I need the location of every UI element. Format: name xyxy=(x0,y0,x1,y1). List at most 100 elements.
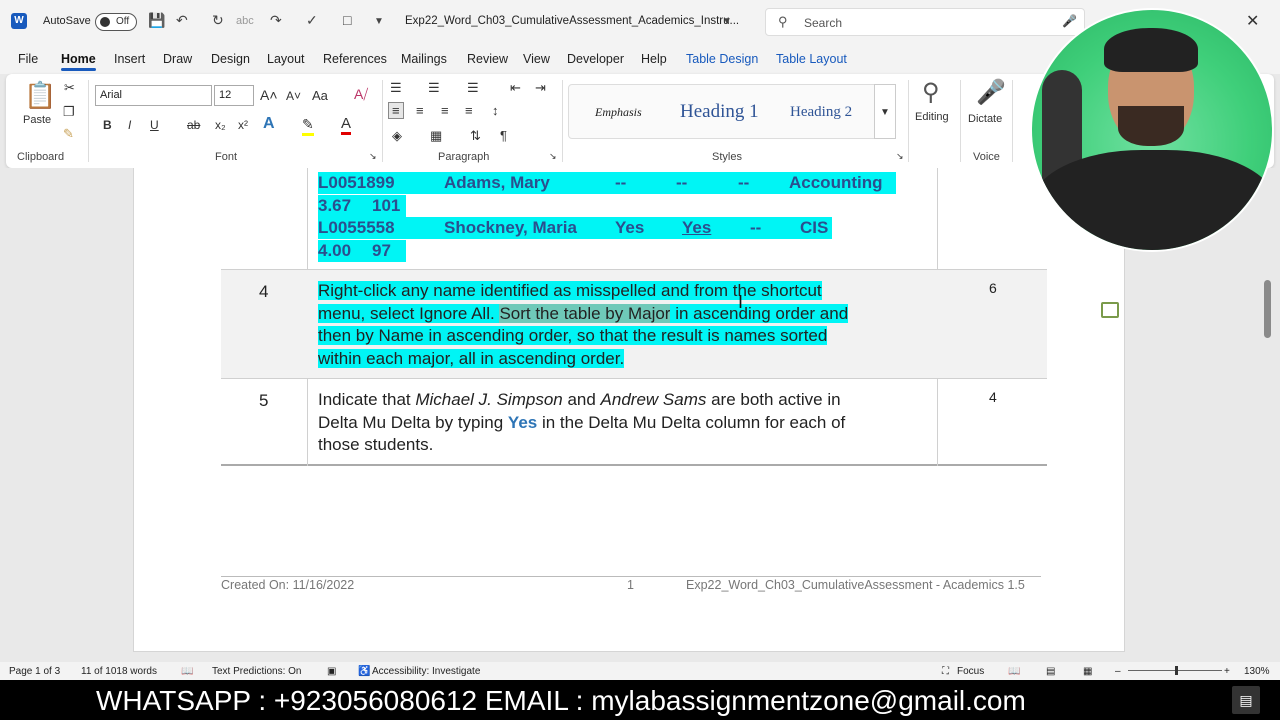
page-count[interactable]: Page 1 of 3 xyxy=(9,666,60,677)
italic-button[interactable]: I xyxy=(128,118,131,132)
close-window-icon[interactable]: ✕ xyxy=(1246,11,1259,31)
autosave-toggle[interactable]: Off xyxy=(95,13,137,31)
focus-mode[interactable]: Focus xyxy=(957,666,984,677)
dictate-icon[interactable]: 🎤 xyxy=(976,78,1006,107)
student-credits: 101 xyxy=(372,195,401,215)
text-effects-button[interactable]: A xyxy=(263,115,275,133)
search-mic-icon[interactable]: 🎤 xyxy=(1062,14,1077,28)
underline-button[interactable]: U xyxy=(150,118,159,132)
comment-icon[interactable] xyxy=(1101,302,1119,318)
tab-review[interactable]: Review xyxy=(467,52,508,66)
format-painter-icon[interactable]: abc xyxy=(236,15,254,27)
show-formatting-icon[interactable]: ¶ xyxy=(500,128,507,143)
text-predictions[interactable]: Text Predictions: On xyxy=(212,666,301,677)
search-box[interactable]: ⚲ Search 🎤 xyxy=(765,8,1085,36)
decrease-indent-icon[interactable]: ⇤ xyxy=(510,80,521,96)
step-5-instruction[interactable]: Indicate that Michael J. Simpson and And… xyxy=(318,389,938,457)
chat-icon[interactable]: ▤ xyxy=(1232,686,1260,714)
format-painter-brush-icon[interactable]: ✎ xyxy=(63,126,74,142)
vertical-scrollbar[interactable] xyxy=(1264,280,1271,338)
shrink-font-icon[interactable]: A˅ xyxy=(286,89,301,103)
font-size-select[interactable]: 12 xyxy=(214,85,254,106)
tab-references[interactable]: References xyxy=(323,52,387,66)
paragraph-dialog-launcher-icon[interactable]: ↘ xyxy=(549,151,557,162)
web-layout-icon[interactable]: ▦ xyxy=(1083,666,1092,677)
tab-view[interactable]: View xyxy=(523,52,550,66)
increase-indent-icon[interactable]: ⇥ xyxy=(535,80,546,96)
style-emphasis[interactable]: Emphasis xyxy=(595,105,642,120)
save-icon[interactable]: 💾 xyxy=(148,12,165,29)
change-case-button[interactable]: Aa xyxy=(312,88,328,103)
shading-icon[interactable]: ◈ xyxy=(392,128,402,144)
styles-more-icon[interactable]: ▼ xyxy=(874,84,896,139)
justify-icon[interactable]: ≡ xyxy=(465,103,473,118)
footer-page-number: 1 xyxy=(627,578,634,592)
superscript-button[interactable]: x² xyxy=(238,118,248,132)
tab-file[interactable]: File xyxy=(18,52,38,66)
document-page: L0051899 Adams, Mary -- -- -- Accounting… xyxy=(133,168,1125,652)
font-color-icon[interactable]: A xyxy=(341,115,352,135)
font-name-select[interactable]: Arial xyxy=(95,85,212,106)
cell-value: -- xyxy=(738,173,750,192)
grow-font-icon[interactable]: A˄ xyxy=(260,87,278,103)
macro-icon[interactable]: ▣ xyxy=(327,666,336,677)
sort-icon[interactable]: ⇅ xyxy=(470,128,481,144)
line-spacing-icon[interactable]: ↕ xyxy=(492,103,499,118)
accessibility-status[interactable]: Accessibility: Investigate xyxy=(372,666,480,677)
borders-icon[interactable]: ▦ xyxy=(430,128,442,144)
proofing-icon[interactable]: 📖 xyxy=(181,666,193,677)
tab-draw[interactable]: Draw xyxy=(163,52,192,66)
word-count[interactable]: 11 of 1018 words xyxy=(81,666,157,677)
focus-icon[interactable]: ⛶ xyxy=(942,666,949,677)
numbering-icon[interactable]: ☰ xyxy=(428,80,440,96)
comment-quick-icon[interactable]: □ xyxy=(343,12,351,28)
find-icon[interactable]: ⚲ xyxy=(922,78,940,107)
paste-icon[interactable]: 📋 xyxy=(24,80,56,111)
style-heading-2[interactable]: Heading 2 xyxy=(790,104,852,121)
tab-developer[interactable]: Developer xyxy=(567,52,624,66)
align-right-icon[interactable]: ≡ xyxy=(441,103,449,118)
editing-button[interactable]: Editing xyxy=(915,111,949,123)
text-effects-icon[interactable]: ✓ xyxy=(306,12,318,29)
redo-icon[interactable]: ↻ xyxy=(212,12,224,29)
read-mode-icon[interactable]: 📖 xyxy=(1008,666,1020,677)
banner-text: WHATSAPP : +923056080612 EMAIL : mylabas… xyxy=(96,685,1026,716)
print-layout-icon[interactable]: ▤ xyxy=(1046,666,1055,677)
strikethrough-button[interactable]: ab xyxy=(187,118,200,132)
step-points: 6 xyxy=(989,280,997,296)
copy-icon[interactable]: ❐ xyxy=(63,104,75,120)
style-heading-1[interactable]: Heading 1 xyxy=(680,101,759,123)
clear-formatting-icon[interactable]: A⧸ xyxy=(354,86,368,103)
bullets-icon[interactable]: ☰ xyxy=(390,80,402,96)
align-left-icon[interactable]: ≡ xyxy=(388,102,404,119)
subscript-button[interactable]: x₂ xyxy=(215,118,226,132)
step-number: 4 xyxy=(259,282,269,301)
tab-table-design[interactable]: Table Design xyxy=(686,52,758,66)
multilevel-list-icon[interactable]: ☰ xyxy=(467,80,479,96)
title-chevron-down-icon[interactable]: ▼ xyxy=(722,16,732,27)
tab-table-layout[interactable]: Table Layout xyxy=(776,52,847,66)
align-center-icon[interactable]: ≡ xyxy=(416,103,424,118)
tab-design[interactable]: Design xyxy=(211,52,250,66)
tab-layout[interactable]: Layout xyxy=(267,52,305,66)
bold-button[interactable]: B xyxy=(103,118,112,132)
tab-mailings[interactable]: Mailings xyxy=(401,52,447,66)
paste-label[interactable]: Paste xyxy=(23,114,51,126)
step-4-instruction[interactable]: Right-click any name identified as missp… xyxy=(318,280,938,370)
cut-icon[interactable]: ✂ xyxy=(64,80,75,96)
undo-icon[interactable]: ↶ xyxy=(176,12,188,29)
tab-insert[interactable]: Insert xyxy=(114,52,145,66)
draw-icon[interactable]: ↷ xyxy=(270,12,282,29)
tab-home[interactable]: Home xyxy=(61,52,96,71)
styles-dialog-launcher-icon[interactable]: ↘ xyxy=(896,151,904,162)
customize-toolbar-icon[interactable]: ▼ xyxy=(374,16,384,27)
zoom-level[interactable]: 130% xyxy=(1244,666,1270,677)
zoom-slider-knob[interactable] xyxy=(1175,666,1178,675)
highlight-color-icon[interactable]: ✎ xyxy=(302,116,314,136)
document-title[interactable]: Exp22_Word_Ch03_CumulativeAssessment_Aca… xyxy=(405,15,739,27)
zoom-in-icon[interactable]: + xyxy=(1224,666,1230,677)
font-dialog-launcher-icon[interactable]: ↘ xyxy=(369,151,377,162)
tab-help[interactable]: Help xyxy=(641,52,667,66)
zoom-out-icon[interactable]: – xyxy=(1115,666,1121,677)
dictate-button[interactable]: Dictate xyxy=(968,113,1002,125)
